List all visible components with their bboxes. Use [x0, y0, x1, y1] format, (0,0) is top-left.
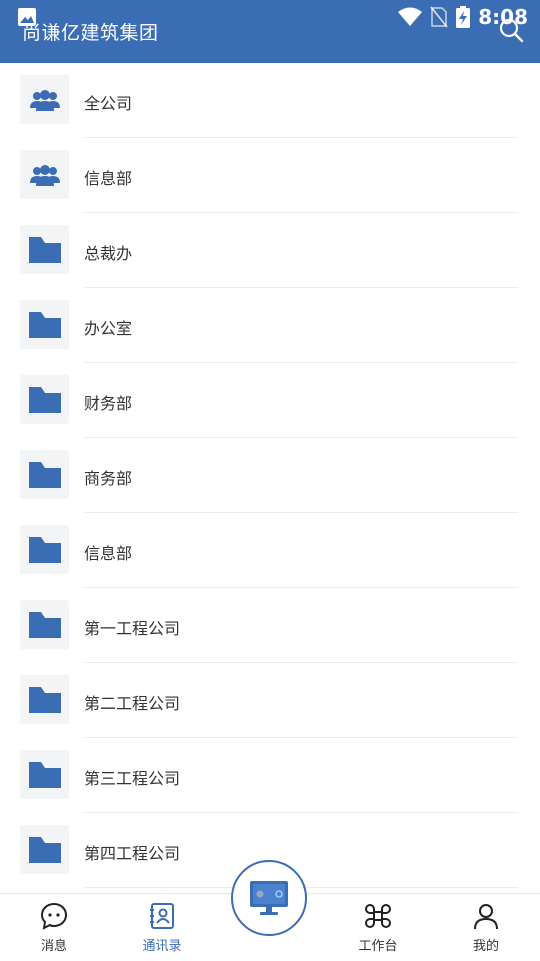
folder-icon — [20, 225, 69, 274]
tab-label: 消息 — [40, 939, 67, 954]
tab-label: 工作台 — [358, 939, 398, 954]
list-item[interactable]: 第一工程公司 — [0, 588, 540, 663]
folder-icon — [20, 300, 69, 349]
list-item[interactable]: 信息部 — [0, 513, 540, 588]
folder-icon — [20, 600, 69, 649]
tab-messages[interactable]: 消息 — [14, 894, 94, 961]
folder-icon — [20, 825, 69, 874]
list-item[interactable]: 财务部 — [0, 363, 540, 438]
list-item[interactable]: 第二工程公司 — [0, 663, 540, 738]
list-item-label: 商务部 — [84, 469, 133, 488]
no-sim-icon — [430, 6, 448, 28]
search-icon[interactable] — [498, 17, 524, 43]
tab-label: 我的 — [472, 939, 499, 954]
tab-contacts[interactable]: 通讯录 — [122, 894, 202, 961]
folder-icon — [20, 525, 69, 574]
list-item-label: 第一工程公司 — [84, 619, 181, 638]
department-list: 全公司 信息部 总裁办 办公室 财务部 商务部 信息部 第一工程公司 第二工程公… — [0, 63, 540, 888]
user-icon — [474, 904, 498, 930]
list-item[interactable]: 第三工程公司 — [0, 738, 540, 813]
contacts-book-icon — [150, 903, 174, 929]
tab-workbench[interactable]: 工作台 — [338, 894, 418, 961]
folder-icon — [20, 450, 69, 499]
wifi-icon — [398, 7, 423, 26]
tab-label: 通讯录 — [142, 939, 182, 954]
list-item-label: 信息部 — [84, 169, 133, 188]
group-icon — [20, 75, 69, 124]
monitor-icon — [250, 881, 288, 915]
folder-icon — [20, 750, 69, 799]
command-icon — [365, 904, 391, 928]
list-item-label: 办公室 — [84, 319, 133, 338]
list-item[interactable]: 商务部 — [0, 438, 540, 513]
list-item[interactable]: 总裁办 — [0, 213, 540, 288]
app-header: 尚谦亿建筑集团 8:08 — [0, 0, 540, 63]
battery-charging-icon — [456, 6, 471, 28]
group-icon — [20, 150, 69, 199]
list-item[interactable]: 办公室 — [0, 288, 540, 363]
list-item[interactable]: 信息部 — [0, 138, 540, 213]
list-item-label: 全公司 — [84, 94, 133, 113]
list-item-label: 总裁办 — [84, 244, 133, 263]
list-item-label: 第三工程公司 — [84, 769, 181, 788]
tab-mine[interactable]: 我的 — [446, 894, 526, 961]
center-monitor-button[interactable] — [231, 860, 307, 936]
chat-bubble-icon — [40, 902, 68, 930]
page-title: 尚谦亿建筑集团 — [22, 22, 159, 44]
folder-icon — [20, 375, 69, 424]
list-item-label: 第二工程公司 — [84, 694, 181, 713]
list-item-label: 财务部 — [84, 394, 133, 413]
folder-icon — [20, 675, 69, 724]
list-item-label: 信息部 — [84, 544, 133, 563]
list-item-label: 第四工程公司 — [84, 844, 181, 863]
list-item[interactable]: 全公司 — [0, 63, 540, 138]
